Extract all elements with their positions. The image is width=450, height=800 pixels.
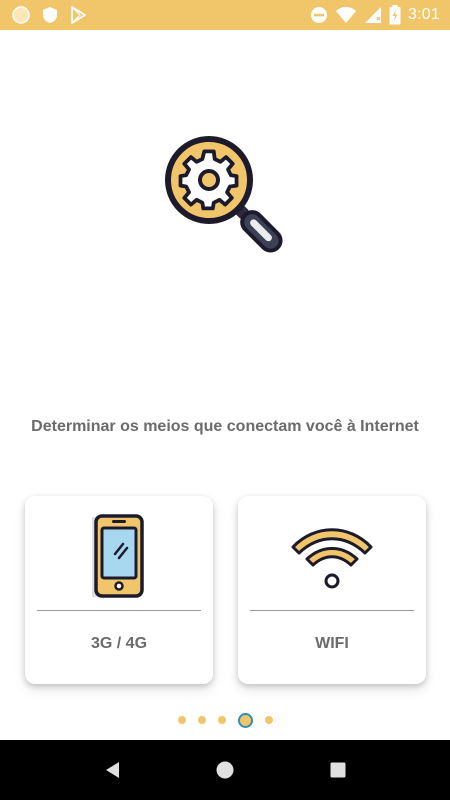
option-label-wifi: WIFI — [315, 635, 349, 652]
status-bar-right-icons: 3:01 — [310, 5, 440, 25]
magnifier-gear-icon — [155, 130, 295, 260]
card-divider — [250, 610, 414, 611]
play-store-icon — [70, 6, 86, 24]
home-icon[interactable] — [215, 760, 235, 780]
signal-icon — [364, 6, 382, 24]
page-dot[interactable] — [197, 716, 206, 724]
card-divider — [37, 610, 201, 611]
page-indicator — [0, 710, 450, 730]
do-not-disturb-icon — [310, 6, 328, 24]
status-time: 3:01 — [408, 6, 440, 23]
option-label-mobile-data: 3G / 4G — [90, 635, 148, 652]
shield-icon — [42, 6, 58, 24]
page-subtitle: Determinar os meios que conectam você à … — [31, 418, 419, 435]
page-dot[interactable] — [264, 716, 273, 724]
status-bar: 3:01 — [0, 0, 450, 30]
page-dot[interactable] — [217, 716, 226, 724]
page-dot-active[interactable] — [237, 712, 253, 728]
wifi-icon — [238, 514, 426, 604]
smartphone-icon — [25, 514, 213, 604]
page-dot[interactable] — [177, 716, 186, 724]
circle-notification-icon — [12, 6, 30, 24]
back-icon[interactable] — [103, 760, 123, 780]
wifi-icon — [335, 6, 357, 24]
option-card-wifi[interactable]: WIFI — [238, 496, 426, 684]
status-bar-left-icons — [12, 6, 86, 24]
recent-apps-icon[interactable] — [328, 760, 348, 780]
option-card-mobile-data[interactable]: 3G / 4G — [25, 496, 213, 684]
battery-charging-icon — [389, 5, 401, 25]
navigation-bar — [0, 740, 450, 800]
